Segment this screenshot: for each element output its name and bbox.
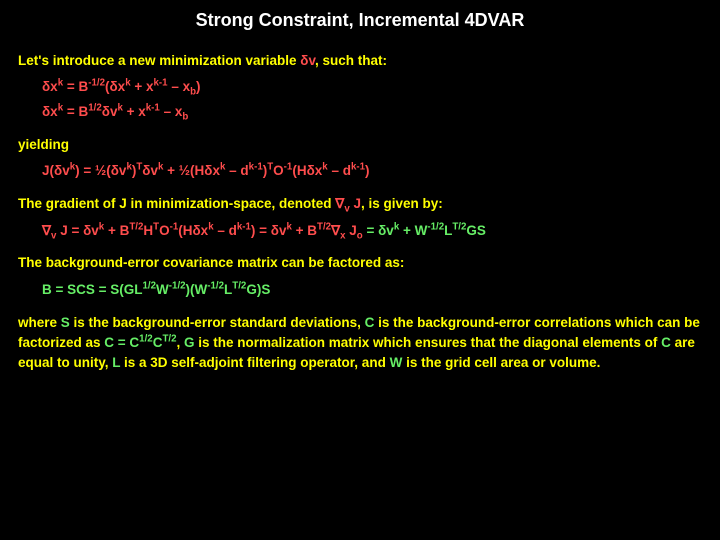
t: ∇ — [331, 223, 340, 238]
t: O — [273, 163, 284, 178]
t: + B — [292, 223, 317, 238]
equation-3: J(δvk) = ½(δvk)Tδvk + ½(Hδxk – dk-1)TO-1… — [42, 161, 702, 182]
sup: k-1 — [249, 162, 263, 173]
t: G — [184, 335, 195, 350]
equation-1: δxk = B-1/2(δxk + xk-1 – xb) — [42, 77, 702, 98]
t: ∇ — [42, 223, 51, 238]
t: H — [143, 223, 153, 238]
t: GS — [466, 223, 486, 238]
bg-line: The background-error covariance matrix c… — [18, 253, 702, 273]
sup: T/2 — [162, 333, 176, 344]
t: , such that: — [315, 53, 387, 68]
t: + x — [123, 104, 146, 119]
t: δx — [42, 104, 58, 119]
t: ∇ — [335, 196, 344, 211]
t: + ½(Hδx — [163, 163, 220, 178]
t: ) — [196, 79, 201, 94]
t: , is given by: — [361, 196, 443, 211]
sup: -1/2 — [169, 280, 186, 291]
t: Let's introduce a new minimization varia… — [18, 53, 300, 68]
t: = δv — [363, 223, 394, 238]
sup: T/2 — [129, 221, 143, 232]
t: ) = ½(δv — [75, 163, 126, 178]
t: = B — [63, 104, 88, 119]
slide-title: Strong Constraint, Incremental 4DVAR — [18, 10, 702, 31]
sup: k-1 — [237, 221, 251, 232]
t: J — [350, 196, 361, 211]
t: where — [18, 315, 61, 330]
t: C = C — [104, 335, 139, 350]
t: J = δv — [56, 223, 98, 238]
t: is the normalization matrix which ensure… — [195, 335, 662, 350]
sup: k-1 — [154, 78, 168, 89]
t: W — [390, 355, 403, 370]
t: J(δv — [42, 163, 70, 178]
t: is the background-error standard deviati… — [70, 315, 365, 330]
sup: k-1 — [146, 103, 160, 114]
gradient-line: The gradient of J in minimization-space,… — [18, 194, 702, 214]
sup: -1/2 — [207, 280, 224, 291]
t: O — [159, 223, 170, 238]
t: δx — [42, 79, 58, 94]
intro-line: Let's introduce a new minimization varia… — [18, 51, 702, 71]
sup: k-1 — [351, 162, 365, 173]
yielding-line: yielding — [18, 135, 702, 155]
sup: T/2 — [232, 280, 246, 291]
sup: 1/2 — [139, 333, 153, 344]
t: – x — [168, 79, 191, 94]
final-paragraph: where S is the background-error standard… — [18, 313, 702, 374]
t: is the grid cell area or volume. — [402, 355, 600, 370]
equation-4: ∇v J = δvk + BT/2HTO-1(Hδxk – dk-1) = δv… — [42, 221, 702, 242]
t: + W — [399, 223, 427, 238]
t: S — [61, 315, 70, 330]
t: δv — [102, 104, 118, 119]
t: , — [176, 335, 184, 350]
equation-2: δxk = B1/2δvk + xk-1 – xb — [42, 102, 702, 123]
equation-5: B = SCS = S(GL1/2W-1/2)(W-1/2LT/2G)S — [42, 280, 702, 301]
sup: -1/2 — [88, 78, 105, 89]
sup: -1/2 — [427, 221, 444, 232]
sup: 1/2 — [88, 103, 102, 114]
t: – d — [214, 223, 237, 238]
t: (δx — [105, 79, 125, 94]
dv: δv — [300, 53, 315, 68]
t: B = SCS = S(GL — [42, 282, 143, 297]
t: )(W — [186, 282, 208, 297]
t: C — [661, 335, 671, 350]
t: = B — [63, 79, 88, 94]
t: ) — [365, 163, 370, 178]
t: + x — [131, 79, 154, 94]
t: (Hδx — [178, 223, 208, 238]
sup: T/2 — [452, 221, 466, 232]
t: – x — [160, 104, 183, 119]
t: J — [346, 223, 357, 238]
t: δv — [142, 163, 158, 178]
t: – d — [225, 163, 248, 178]
t: W — [156, 282, 169, 297]
t: ) = δv — [251, 223, 287, 238]
sub: b — [182, 112, 188, 123]
t: – d — [328, 163, 351, 178]
sup: T/2 — [317, 221, 331, 232]
t: C — [153, 335, 163, 350]
sup: 1/2 — [143, 280, 157, 291]
t: + B — [104, 223, 129, 238]
t: C — [365, 315, 375, 330]
t: is a 3D self-adjoint filtering operator,… — [120, 355, 389, 370]
t: (Hδx — [292, 163, 322, 178]
t: The gradient of J in minimization-space,… — [18, 196, 335, 211]
sup: -1 — [170, 221, 179, 232]
t: G)S — [246, 282, 270, 297]
